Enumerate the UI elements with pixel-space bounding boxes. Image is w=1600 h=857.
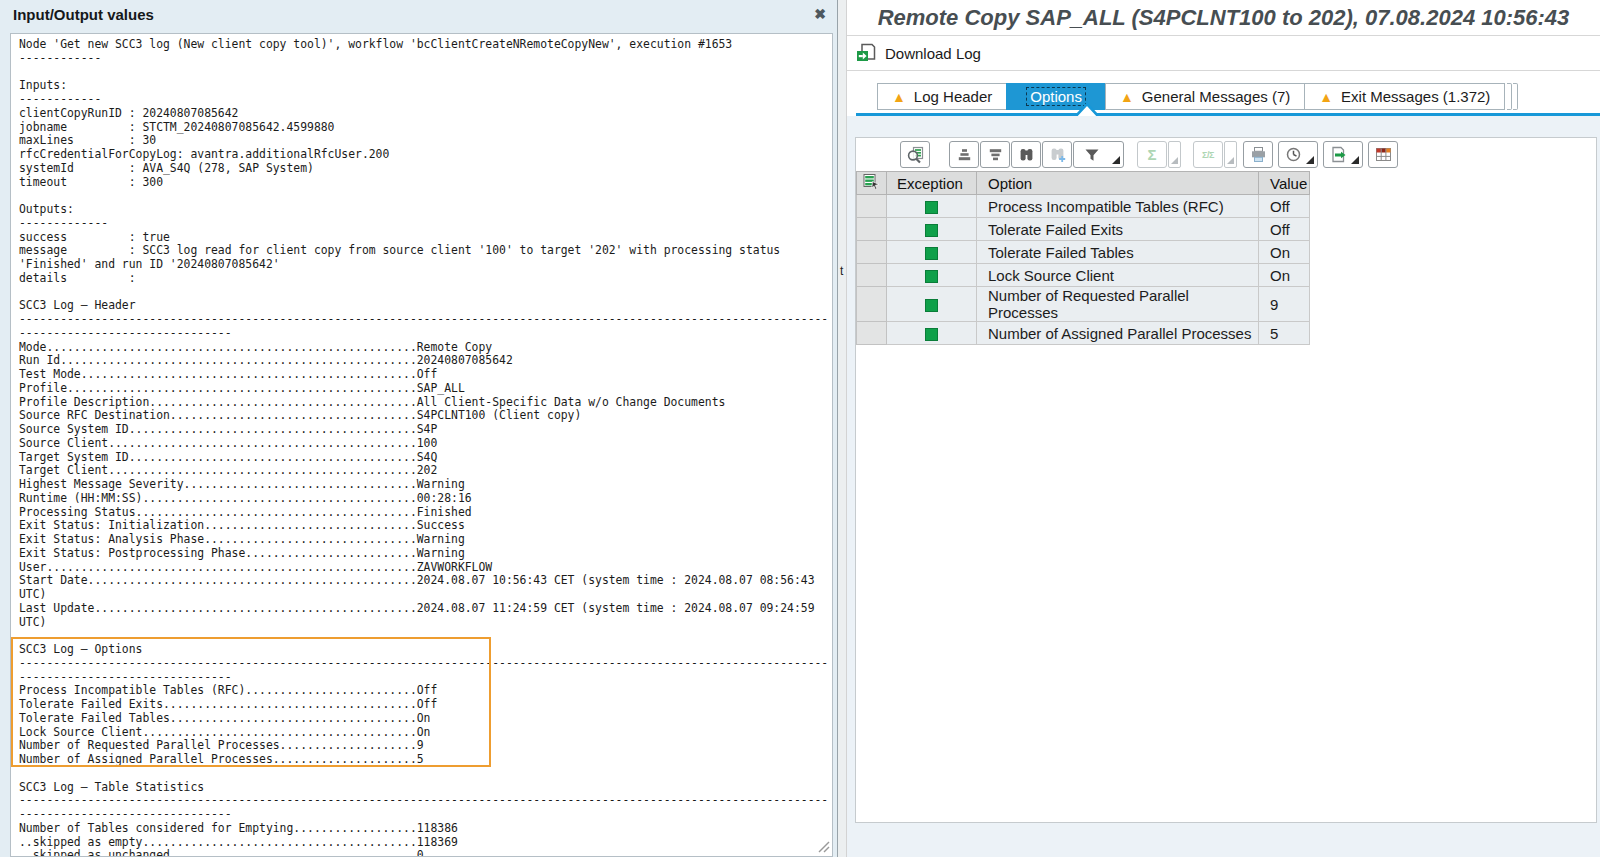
download-log-button[interactable]: Download Log xyxy=(885,45,981,62)
status-green-icon xyxy=(925,247,938,260)
status-green-icon xyxy=(925,299,938,312)
status-green-icon xyxy=(925,270,938,283)
download-row: Download Log xyxy=(847,36,1600,71)
dialog-title: Input/Output values xyxy=(13,0,154,29)
log-text: Node 'Get new SCC3 log (New client copy … xyxy=(11,34,832,857)
find-next-icon xyxy=(1049,146,1066,163)
sum-icon: Σ xyxy=(1147,146,1156,163)
dropdown-corner-icon xyxy=(1112,156,1120,164)
sort-descending-button[interactable] xyxy=(980,141,1010,168)
tab-stack-decoration xyxy=(1506,83,1518,110)
tab-strip: ▲ Log Header Options ▲ General Messages … xyxy=(847,71,1600,116)
table-row[interactable]: Tolerate Failed Exits Off xyxy=(857,218,1310,241)
print-button[interactable] xyxy=(1243,141,1273,168)
tab-general-messages[interactable]: ▲ General Messages (7) xyxy=(1105,83,1305,110)
dropdown-corner-icon xyxy=(1171,157,1178,164)
table-row[interactable]: Number of Requested Parallel Processes 9 xyxy=(857,287,1310,322)
table-header-row: Exception Option Value xyxy=(857,172,1310,195)
sort-descending-icon xyxy=(987,146,1004,163)
panel-title-row: Remote Copy SAP_ALL (S4PCLNT100 to 202),… xyxy=(847,0,1600,36)
warning-icon: ▲ xyxy=(892,89,906,105)
input-output-dialog: Input/Output values ✖ Node 'Get new SCC3… xyxy=(0,0,838,857)
remote-copy-log-panel: Remote Copy SAP_ALL (S4PCLNT100 to 202),… xyxy=(846,0,1600,857)
subtotal-button[interactable]: Σ/Σ xyxy=(1193,141,1223,168)
select-all-header-cell[interactable] xyxy=(857,172,887,195)
alv-toolbar: Σ Σ/Σ xyxy=(856,138,1596,168)
tab-log-header[interactable]: ▲ Log Header xyxy=(877,83,1007,110)
column-header-exception[interactable]: Exception xyxy=(887,172,977,195)
dropdown-corner-icon xyxy=(1227,157,1234,164)
tab-content: Σ Σ/Σ xyxy=(847,116,1600,857)
log-textarea[interactable]: Node 'Get new SCC3 log (New client copy … xyxy=(10,33,833,857)
table-row[interactable]: Tolerate Failed Tables On xyxy=(857,241,1310,264)
row-select-cell[interactable] xyxy=(857,322,887,345)
table-row[interactable]: Process Incompatible Tables (RFC) Off xyxy=(857,195,1310,218)
dropdown-corner-icon xyxy=(1306,156,1314,164)
panel-title: Remote Copy SAP_ALL (S4PCLNT100 to 202),… xyxy=(878,5,1570,31)
close-icon[interactable]: ✖ xyxy=(811,5,829,23)
status-green-icon xyxy=(925,201,938,214)
print-icon xyxy=(1250,146,1267,163)
warning-icon: ▲ xyxy=(1319,89,1333,105)
views-button[interactable] xyxy=(1278,141,1318,168)
export-icon xyxy=(1330,146,1347,163)
row-select-cell[interactable] xyxy=(857,241,887,264)
column-header-option[interactable]: Option xyxy=(977,172,1259,195)
details-icon xyxy=(906,146,924,164)
status-green-icon xyxy=(925,224,938,237)
row-select-cell[interactable] xyxy=(857,195,887,218)
background-text-fragment: t xyxy=(840,264,843,278)
table-row[interactable]: Number of Assigned Parallel Processes 5 xyxy=(857,322,1310,345)
filter-button[interactable] xyxy=(1073,141,1124,168)
resize-grip-icon[interactable] xyxy=(818,841,830,853)
sum-button[interactable]: Σ xyxy=(1137,141,1167,168)
tab-notch xyxy=(1076,102,1098,116)
views-icon xyxy=(1285,146,1302,163)
sort-ascending-button[interactable] xyxy=(949,141,979,168)
options-table: Exception Option Value Process Incompati… xyxy=(856,171,1310,345)
layout-grid-icon xyxy=(1375,146,1392,163)
choose-layout-button[interactable] xyxy=(1368,141,1398,168)
filter-icon xyxy=(1083,146,1101,164)
subtotal-menu-button[interactable] xyxy=(1224,141,1237,168)
column-header-value[interactable]: Value xyxy=(1259,172,1310,195)
sort-ascending-icon xyxy=(956,146,973,163)
alv-grid-container: Σ Σ/Σ xyxy=(855,137,1597,823)
row-select-cell[interactable] xyxy=(857,218,887,241)
row-select-cell[interactable] xyxy=(857,264,887,287)
sum-menu-button[interactable] xyxy=(1168,141,1181,168)
find-button[interactable] xyxy=(1011,141,1041,168)
table-row[interactable]: Lock Source Client On xyxy=(857,264,1310,287)
warning-icon: ▲ xyxy=(1120,89,1134,105)
find-next-button[interactable] xyxy=(1042,141,1072,168)
dropdown-corner-icon xyxy=(1351,156,1359,164)
select-all-icon xyxy=(863,173,880,190)
tab-exit-messages[interactable]: ▲ Exit Messages (1.372) xyxy=(1304,83,1505,110)
download-log-icon xyxy=(856,43,877,63)
details-button[interactable] xyxy=(900,141,930,168)
find-icon xyxy=(1018,146,1035,163)
subtotal-icon: Σ/Σ xyxy=(1202,150,1214,160)
row-select-cell[interactable] xyxy=(857,287,887,322)
status-green-icon xyxy=(925,328,938,341)
export-button[interactable] xyxy=(1323,141,1363,168)
